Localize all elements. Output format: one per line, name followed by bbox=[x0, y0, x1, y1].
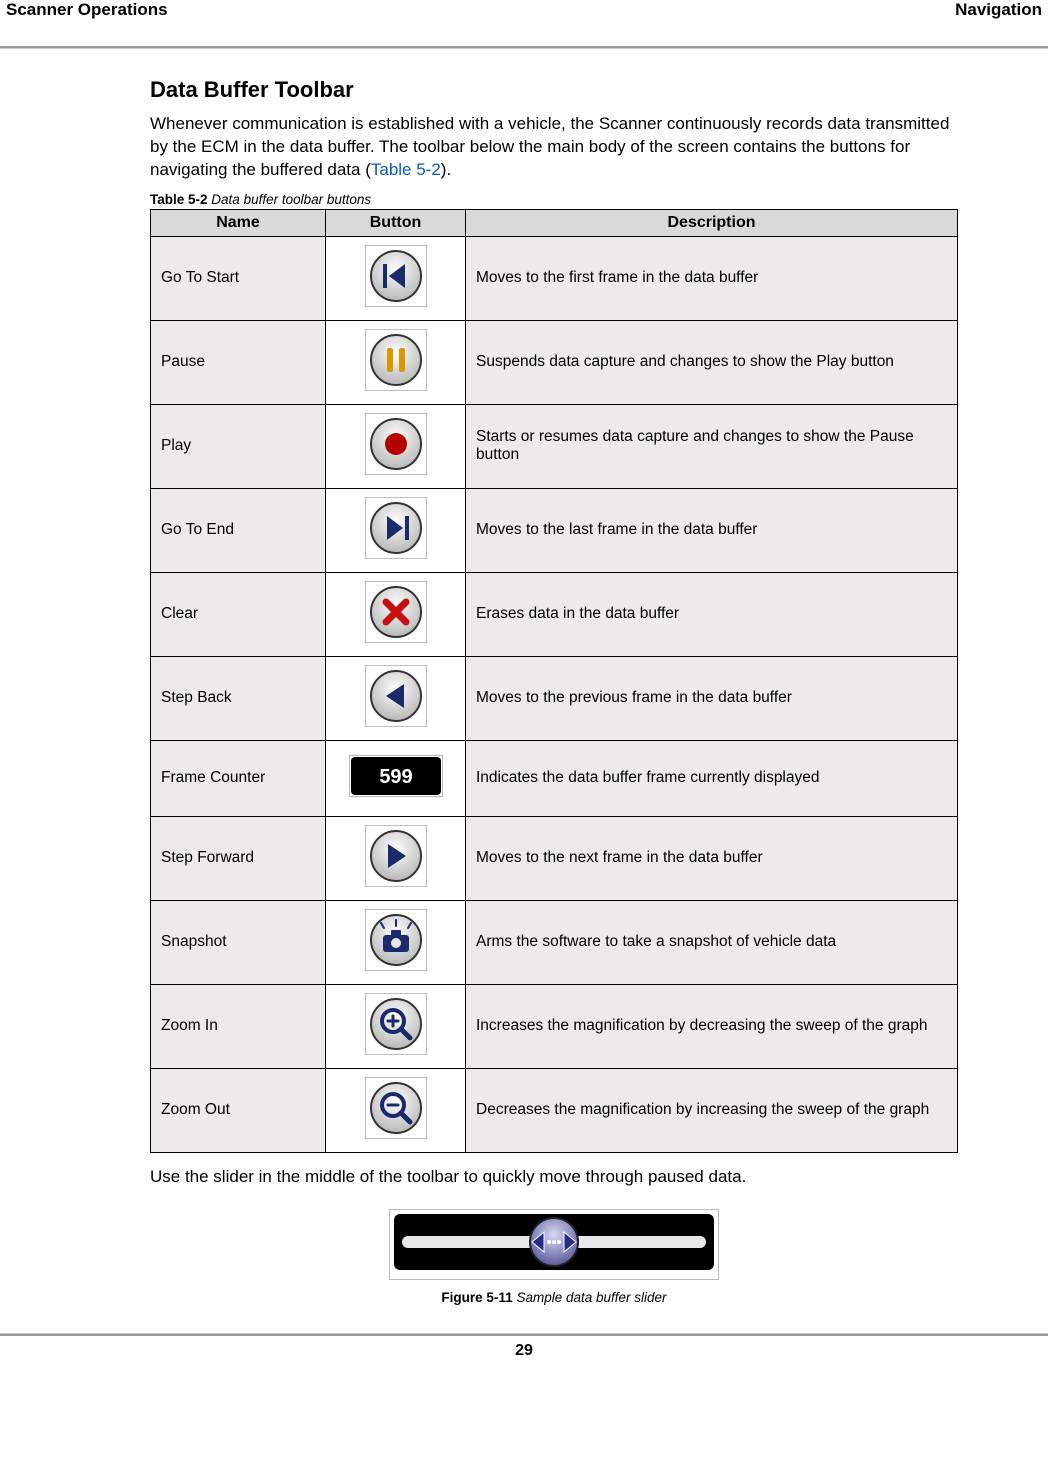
name-cell: Pause bbox=[151, 320, 326, 404]
clear-icon bbox=[365, 581, 427, 643]
table-row: Go To Start Moves to the first frame in … bbox=[151, 236, 958, 320]
table-row: Clear Erases data in the data buffer bbox=[151, 572, 958, 656]
table-row: Pause Suspends data capture and changes … bbox=[151, 320, 958, 404]
table-row: Step Forward Moves to the next frame in … bbox=[151, 816, 958, 900]
header-left: Scanner Operations bbox=[6, 0, 168, 20]
desc-cell: Erases data in the data buffer bbox=[466, 572, 958, 656]
table-row: Snapshot Arms the software to take a sna… bbox=[151, 900, 958, 984]
desc-cell: Moves to the next frame in the data buff… bbox=[466, 816, 958, 900]
desc-cell: Starts or resumes data capture and chang… bbox=[466, 404, 958, 488]
name-cell: Frame Counter bbox=[151, 740, 326, 816]
snapshot-icon bbox=[365, 909, 427, 971]
name-cell: Play bbox=[151, 404, 326, 488]
intro-paragraph: Whenever communication is established wi… bbox=[150, 113, 958, 182]
table-row: Zoom Out Decreases the magnification by … bbox=[151, 1068, 958, 1152]
th-description: Description bbox=[466, 209, 958, 236]
section-title: Data Buffer Toolbar bbox=[150, 77, 958, 103]
desc-cell: Increases the magnification by decreasin… bbox=[466, 984, 958, 1068]
svg-text:599: 599 bbox=[379, 766, 412, 788]
table-row: Zoom In Increases the magnification by d… bbox=[151, 984, 958, 1068]
intro-text-1: Whenever communication is established wi… bbox=[150, 114, 949, 179]
step-forward-icon bbox=[365, 825, 427, 887]
table-row: Go To End Moves to the last frame in the… bbox=[151, 488, 958, 572]
figure-caption: Figure 5-11 Sample data buffer slider bbox=[150, 1290, 958, 1305]
figure-caption-text: Sample data buffer slider bbox=[516, 1290, 666, 1305]
figure-caption-label: Figure 5-11 bbox=[441, 1290, 512, 1305]
desc-cell: Decreases the magnification by increasin… bbox=[466, 1068, 958, 1152]
name-cell: Step Forward bbox=[151, 816, 326, 900]
table-caption: Table 5-2 Data buffer toolbar buttons bbox=[150, 192, 958, 207]
table-caption-text: Data buffer toolbar buttons bbox=[211, 192, 371, 207]
desc-cell: Moves to the last frame in the data buff… bbox=[466, 488, 958, 572]
buffer-table: Name Button Description Go To Start Move… bbox=[150, 209, 958, 1153]
slider-text: Use the slider in the middle of the tool… bbox=[150, 1167, 958, 1187]
step-back-icon bbox=[365, 665, 427, 727]
table-row: Frame Counter 599 Indicates the data buf… bbox=[151, 740, 958, 816]
footer-rule bbox=[0, 1333, 1048, 1336]
zoom-out-icon bbox=[365, 1077, 427, 1139]
table-link[interactable]: Table 5-2 bbox=[371, 160, 441, 179]
name-cell: Clear bbox=[151, 572, 326, 656]
name-cell: Snapshot bbox=[151, 900, 326, 984]
name-cell: Zoom In bbox=[151, 984, 326, 1068]
record-icon bbox=[365, 413, 427, 475]
desc-cell: Indicates the data buffer frame currentl… bbox=[466, 740, 958, 816]
name-cell: Go To Start bbox=[151, 236, 326, 320]
name-cell: Zoom Out bbox=[151, 1068, 326, 1152]
table-header-row: Name Button Description bbox=[151, 209, 958, 236]
zoom-in-icon bbox=[365, 993, 427, 1055]
header-right: Navigation bbox=[955, 0, 1042, 20]
table-caption-label: Table 5-2 bbox=[150, 192, 208, 207]
th-button: Button bbox=[326, 209, 466, 236]
desc-cell: Suspends data capture and changes to sho… bbox=[466, 320, 958, 404]
pause-icon bbox=[365, 329, 427, 391]
slider-figure: Figure 5-11 Sample data buffer slider bbox=[150, 1209, 958, 1305]
go-to-start-icon bbox=[365, 245, 427, 307]
data-buffer-slider-icon bbox=[394, 1214, 714, 1270]
name-cell: Go To End bbox=[151, 488, 326, 572]
desc-cell: Moves to the first frame in the data buf… bbox=[466, 236, 958, 320]
go-to-end-icon bbox=[365, 497, 427, 559]
desc-cell: Arms the software to take a snapshot of … bbox=[466, 900, 958, 984]
intro-text-2: ). bbox=[441, 160, 451, 179]
frame-counter-icon: 599 bbox=[349, 755, 443, 797]
desc-cell: Moves to the previous frame in the data … bbox=[466, 656, 958, 740]
th-name: Name bbox=[151, 209, 326, 236]
name-cell: Step Back bbox=[151, 656, 326, 740]
page-number: 29 bbox=[0, 1342, 1048, 1380]
table-row: Step Back Moves to the previous frame in… bbox=[151, 656, 958, 740]
table-row: Play Starts or resumes data capture and … bbox=[151, 404, 958, 488]
